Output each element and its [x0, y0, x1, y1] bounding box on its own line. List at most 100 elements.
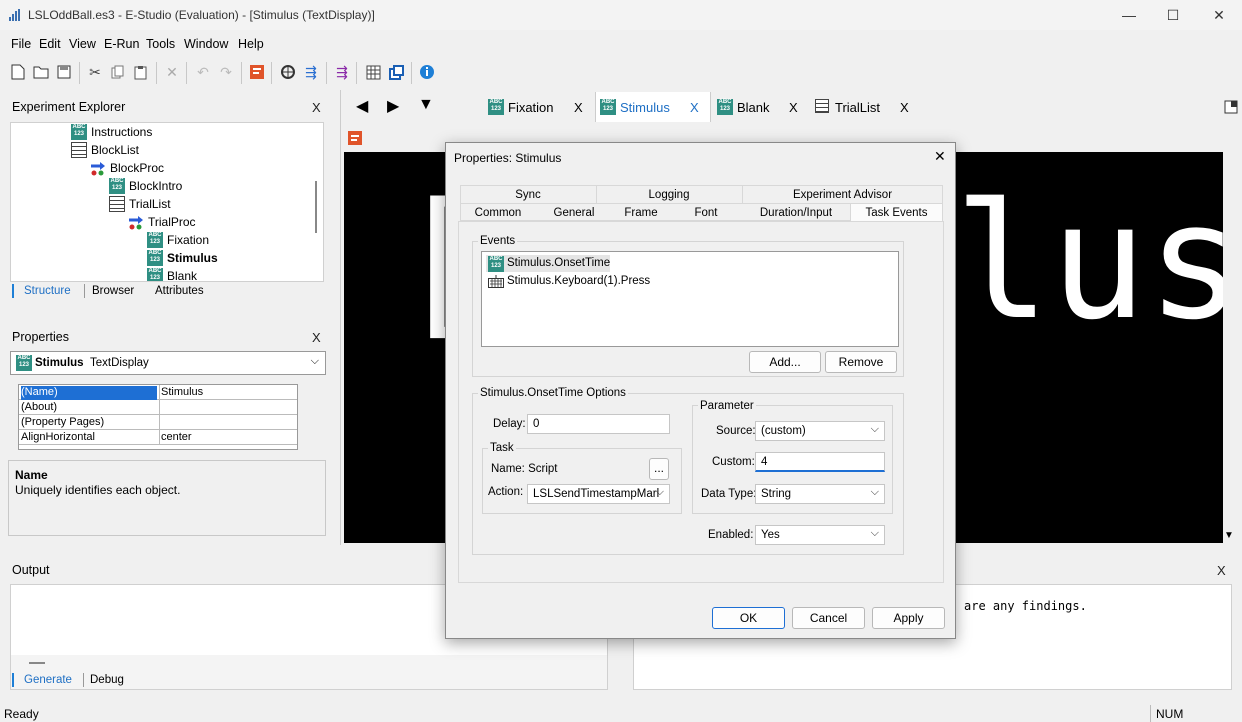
- edit-display-icon[interactable]: [347, 130, 363, 146]
- tree-item-blockproc[interactable]: BlockProc: [90, 159, 164, 177]
- explorer-title: Experiment Explorer: [12, 100, 126, 114]
- app-logo-icon: [9, 9, 20, 21]
- tree-item-blank[interactable]: ABC 123 Blank: [147, 267, 197, 281]
- window-icon[interactable]: [386, 62, 406, 82]
- menu-view[interactable]: View: [69, 37, 96, 51]
- tab-attributes[interactable]: Attributes: [155, 285, 204, 297]
- dropdown-arrow-icon[interactable]: ▼: [418, 96, 434, 114]
- tab-stimulus[interactable]: Stimulus: [620, 100, 670, 115]
- tree-scrollbar[interactable]: [315, 181, 317, 233]
- delete-icon[interactable]: ✕: [162, 62, 182, 82]
- minimize-button[interactable]: —: [1106, 0, 1152, 30]
- tree-item-stimulus[interactable]: ABC 123 Stimulus: [147, 249, 218, 267]
- open-folder-icon[interactable]: [31, 62, 51, 82]
- text-display-icon: ABC 123: [147, 232, 163, 248]
- info-icon[interactable]: [417, 62, 437, 82]
- text-display-icon: ABC 123: [109, 178, 125, 194]
- remove-event-button[interactable]: Remove: [825, 351, 897, 373]
- generate-script-icon[interactable]: [247, 62, 267, 82]
- tab-sync[interactable]: Sync: [460, 189, 596, 201]
- experiment-tree[interactable]: ABC 123 Instructions BlockList BlockProc A…: [10, 122, 324, 282]
- tab-blank[interactable]: Blank: [737, 100, 770, 115]
- add-event-button[interactable]: Add...: [749, 351, 821, 373]
- events-list[interactable]: ABC 123 Stimulus.OnsetTime Stimulus.Keybo…: [481, 251, 899, 347]
- undo-icon[interactable]: ↶: [193, 62, 213, 82]
- menu-edit[interactable]: Edit: [39, 37, 61, 51]
- apply-button[interactable]: Apply: [872, 607, 945, 629]
- tab-stimulus-close[interactable]: X: [690, 100, 699, 115]
- delay-label: Delay:: [493, 418, 526, 430]
- tree-item-instructions[interactable]: ABC 123 Instructions: [71, 123, 152, 141]
- tab-triallist[interactable]: TrialList: [835, 100, 880, 115]
- tree-item-trialproc[interactable]: TrialProc: [128, 213, 196, 231]
- tab-debug[interactable]: Debug: [90, 674, 124, 686]
- tab-font[interactable]: Font: [670, 207, 742, 219]
- ok-button[interactable]: OK: [712, 607, 785, 629]
- paste-icon[interactable]: [131, 62, 151, 82]
- menu-erun[interactable]: E-Run: [104, 37, 139, 51]
- tree-item-triallist[interactable]: TrialList: [109, 195, 171, 213]
- compile-icon[interactable]: [278, 62, 298, 82]
- property-grid[interactable]: (Name) Stimulus (About) (Property Pages) …: [18, 384, 298, 450]
- description-text: Uniquely identifies each object.: [15, 483, 181, 497]
- cut-icon[interactable]: ✂: [85, 62, 105, 82]
- output-scroll-thumb[interactable]: [29, 662, 45, 664]
- tab-logging[interactable]: Logging: [596, 189, 742, 201]
- close-window-button[interactable]: ✕: [1196, 0, 1242, 30]
- menu-help[interactable]: Help: [238, 37, 264, 51]
- menu-tools[interactable]: Tools: [146, 37, 175, 51]
- tab-browser[interactable]: Browser: [92, 285, 134, 297]
- new-file-icon[interactable]: [8, 62, 28, 82]
- browse-button[interactable]: ...: [649, 458, 669, 480]
- object-selector[interactable]: ABC 123 Stimulus TextDisplay ⌵: [10, 351, 326, 375]
- dialog-close-button[interactable]: ✕: [934, 148, 946, 165]
- property-row[interactable]: (About): [19, 400, 297, 415]
- custom-input[interactable]: 4: [755, 452, 885, 472]
- property-row[interactable]: (Property Pages): [19, 415, 297, 430]
- tab-frame[interactable]: Frame: [612, 207, 670, 219]
- tab-experiment-advisor[interactable]: Experiment Advisor: [742, 189, 943, 201]
- property-row[interactable]: AlignHorizontal center: [19, 430, 297, 445]
- cancel-button[interactable]: Cancel: [792, 607, 865, 629]
- tab-blank-close[interactable]: X: [789, 100, 798, 115]
- redo-icon[interactable]: ↷: [216, 62, 236, 82]
- property-row[interactable]: (Name) Stimulus: [19, 385, 297, 400]
- list-icon: [71, 142, 87, 158]
- copy-icon[interactable]: [108, 62, 128, 82]
- properties-close-button[interactable]: X: [312, 330, 321, 345]
- tab-structure[interactable]: Structure: [24, 285, 71, 297]
- tree-item-blocklist[interactable]: BlockList: [71, 141, 139, 159]
- tree-item-fixation[interactable]: ABC 123 Fixation: [147, 231, 209, 249]
- menu-file[interactable]: File: [11, 37, 31, 51]
- datatype-select[interactable]: String: [755, 483, 885, 504]
- list-item[interactable]: ABC 123 Stimulus.OnsetTime: [486, 255, 610, 272]
- run-icon[interactable]: ⇶: [301, 62, 321, 82]
- tab-general[interactable]: General: [536, 207, 612, 219]
- tab-triallist-close[interactable]: X: [900, 100, 909, 115]
- enabled-select[interactable]: Yes: [755, 524, 885, 545]
- source-select[interactable]: (custom): [755, 420, 885, 441]
- tab-task-events[interactable]: Task Events: [850, 207, 943, 219]
- tab-fixation[interactable]: Fixation: [508, 100, 554, 115]
- debug-run-icon[interactable]: ⇶: [332, 62, 352, 82]
- tree-item-blockintro[interactable]: ABC 123 BlockIntro: [109, 177, 182, 195]
- next-arrow-icon[interactable]: ▶: [387, 96, 399, 116]
- delay-input[interactable]: 0: [527, 414, 670, 434]
- prev-arrow-icon[interactable]: ◀: [356, 96, 368, 116]
- scroll-down-icon[interactable]: ▼: [1224, 530, 1234, 541]
- explorer-close-button[interactable]: X: [312, 100, 321, 115]
- grid-view-icon[interactable]: [363, 62, 383, 82]
- tab-common[interactable]: Common: [460, 207, 536, 219]
- tab-duration-input[interactable]: Duration/Input: [742, 207, 850, 219]
- tab-fixation-close[interactable]: X: [574, 100, 583, 115]
- tab-generate[interactable]: Generate: [24, 674, 72, 686]
- action-select[interactable]: LSLSendTimestampMarl: [527, 484, 670, 504]
- restore-pane-icon[interactable]: [1224, 100, 1238, 114]
- datatype-label: Data Type:: [701, 488, 757, 500]
- text-display-icon: ABC 123: [600, 99, 616, 115]
- right-output-close-button[interactable]: X: [1217, 563, 1226, 578]
- save-icon[interactable]: [54, 62, 74, 82]
- menu-window[interactable]: Window: [184, 37, 228, 51]
- list-item[interactable]: Stimulus.Keyboard(1).Press: [486, 273, 686, 290]
- maximize-button[interactable]: ☐: [1150, 0, 1196, 30]
